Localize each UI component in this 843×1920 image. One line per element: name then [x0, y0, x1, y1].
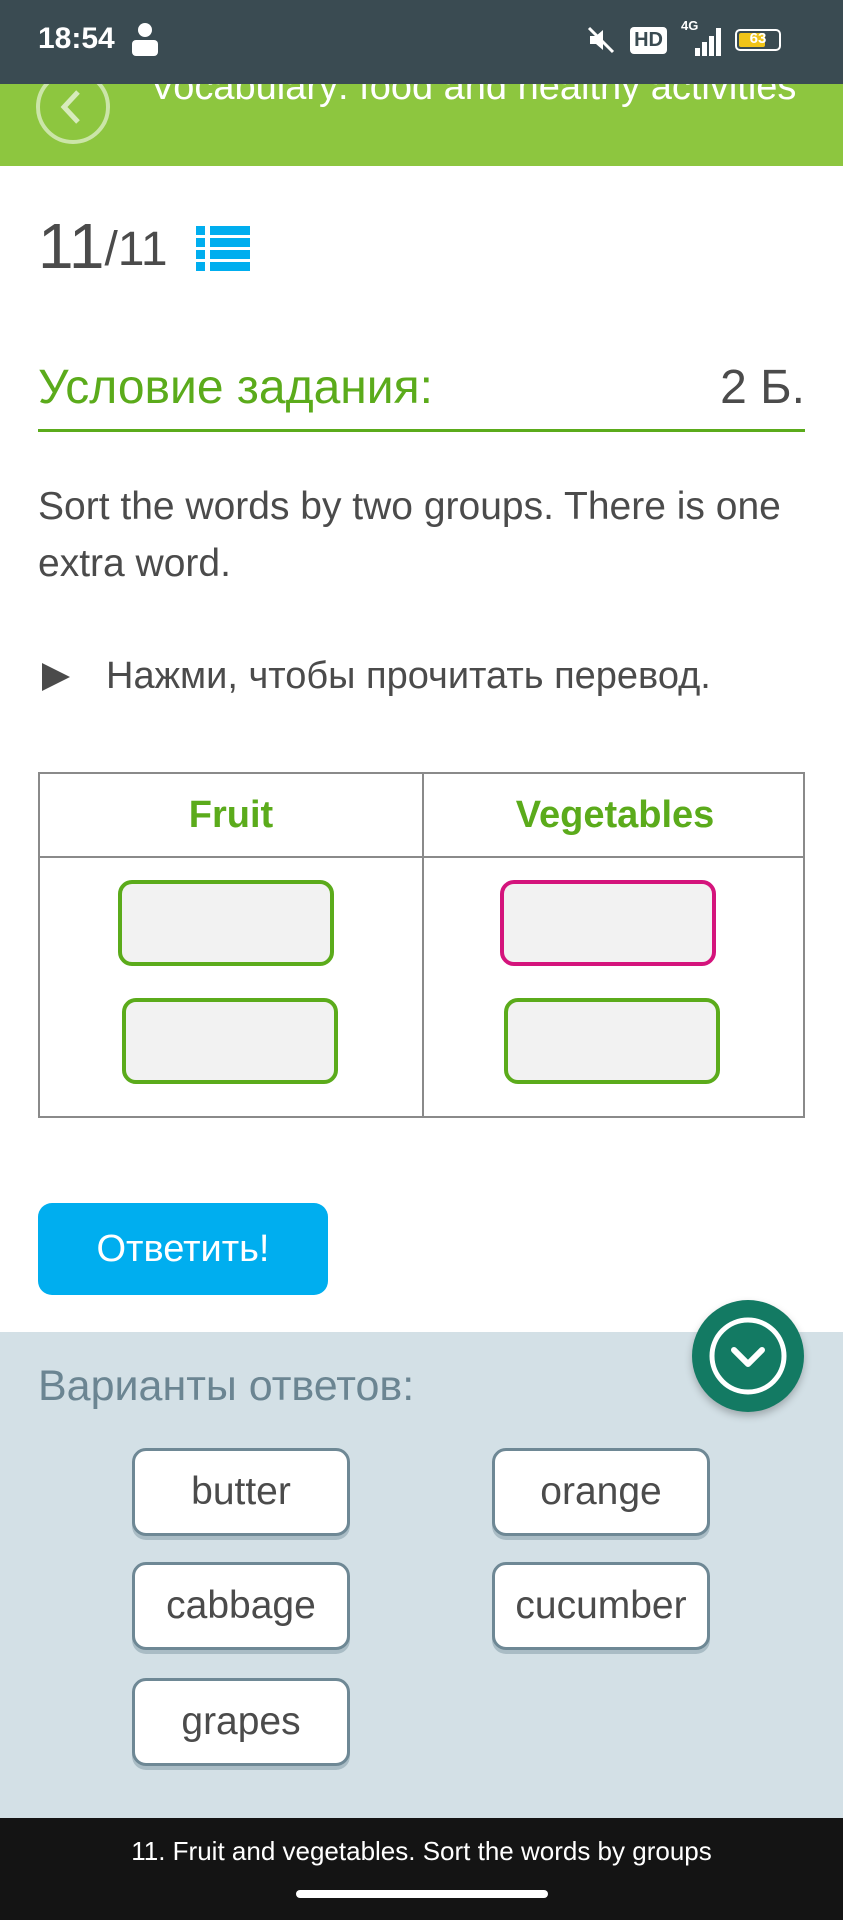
list-icon[interactable]	[195, 226, 250, 272]
fruit-slot-1[interactable]	[118, 880, 334, 966]
chevron-left-icon	[60, 90, 80, 124]
fruit-slot-2[interactable]	[122, 998, 338, 1084]
caption-bar: 11. Fruit and vegetables. Sort the words…	[0, 1818, 843, 1920]
task-label: Условие задания:	[38, 361, 433, 414]
back-button[interactable]	[36, 84, 110, 144]
answer-button[interactable]: Ответить!	[38, 1203, 328, 1295]
sort-table: Fruit Vegetables	[38, 772, 805, 1118]
person-icon	[132, 23, 158, 56]
column-header-fruit: Fruit	[188, 793, 274, 836]
caption-text: 11. Fruit and vegetables. Sort the words…	[131, 1836, 712, 1866]
translation-toggle[interactable]: Нажми, чтобы прочитать перевод.	[42, 655, 711, 698]
progress-counter: 11 /11	[38, 214, 250, 278]
row-divider	[40, 856, 803, 858]
status-bar: 18:54 HD 4G 63	[0, 0, 843, 84]
muted-speaker-icon	[588, 26, 615, 54]
status-icons: HD 4G 63	[586, 18, 781, 56]
status-time: 18:54	[38, 22, 115, 55]
app-header: Vocabulary: food and healthy activities	[0, 84, 843, 166]
column-header-vegetables: Vegetables	[515, 793, 715, 836]
network-type: 4G	[681, 18, 699, 33]
battery-icon: 63	[735, 29, 781, 51]
word-chip-butter[interactable]: butter	[132, 1448, 350, 1536]
task-instruction: Sort the words by two groups. There is o…	[38, 485, 781, 585]
scroll-down-button[interactable]	[692, 1300, 804, 1412]
hd-badge: HD	[630, 26, 667, 54]
header-title: Vocabulary: food and healthy activities	[150, 84, 797, 108]
translation-text: Нажми, чтобы прочитать перевод.	[106, 655, 711, 697]
options-title: Варианты ответов:	[38, 1362, 415, 1410]
vegetables-slot-1[interactable]	[500, 880, 716, 966]
word-chip-cabbage[interactable]: cabbage	[132, 1562, 350, 1650]
task-header: Условие задания: 2 Б.	[38, 356, 805, 432]
chevron-down-circle-icon	[709, 1317, 787, 1395]
progress-current: 11	[38, 210, 105, 282]
battery-level: 63	[749, 30, 767, 47]
progress-total: /11	[104, 223, 168, 276]
word-chip-grapes[interactable]: grapes	[132, 1678, 350, 1766]
answer-options-panel: Варианты ответов: butter orange cabbage …	[0, 1332, 843, 1818]
vegetables-slot-2[interactable]	[504, 998, 720, 1084]
home-indicator[interactable]	[296, 1890, 548, 1898]
word-chip-orange[interactable]: orange	[492, 1448, 710, 1536]
task-points: 2 Б.	[720, 361, 805, 414]
signal-icon: 4G	[681, 18, 721, 56]
word-chip-cucumber[interactable]: cucumber	[492, 1562, 710, 1650]
play-triangle-icon	[42, 662, 70, 691]
